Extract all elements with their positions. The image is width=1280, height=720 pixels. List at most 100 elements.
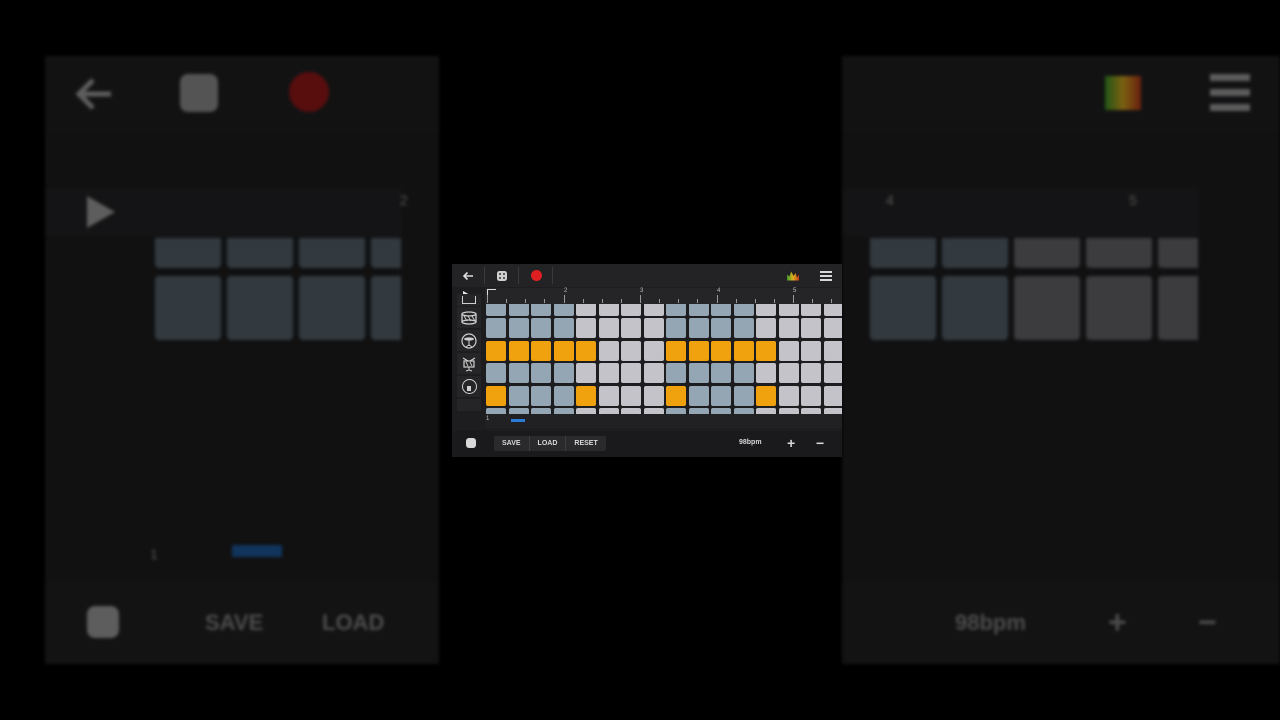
step-cell[interactable]	[778, 363, 799, 383]
step-cell[interactable]	[576, 363, 596, 383]
step-cell[interactable]	[508, 386, 529, 406]
instrument-tom[interactable]	[457, 353, 481, 374]
step-cell[interactable]	[553, 363, 574, 383]
randomize-button[interactable]	[492, 266, 512, 285]
tempo-display[interactable]: 98bpm	[739, 439, 762, 446]
step-cell[interactable]	[778, 318, 799, 338]
instrument-drum-top[interactable]	[457, 294, 481, 306]
step-cell[interactable]	[553, 341, 574, 361]
step-cell[interactable]	[801, 363, 821, 383]
playhead-marker[interactable]	[487, 289, 496, 300]
step-cell[interactable]	[823, 318, 842, 338]
step-cell[interactable]	[711, 318, 731, 338]
step-cell[interactable]	[553, 318, 574, 338]
tempo-increase-button[interactable]: +	[787, 434, 795, 452]
step-cell[interactable]	[553, 386, 574, 406]
step-cell[interactable]	[531, 304, 551, 316]
step-cell[interactable]	[666, 318, 686, 338]
step-cell[interactable]	[486, 341, 506, 361]
visualizer-button[interactable]	[783, 266, 803, 285]
step-cell[interactable]	[486, 363, 506, 383]
step-cell[interactable]	[621, 341, 641, 361]
step-cell[interactable]	[553, 304, 574, 316]
step-cell[interactable]	[711, 341, 731, 361]
step-cell[interactable]	[711, 304, 731, 316]
instrument-snare[interactable]	[457, 307, 481, 328]
step-cell[interactable]	[508, 304, 529, 316]
step-cell[interactable]	[621, 386, 641, 406]
step-cell[interactable]	[643, 341, 664, 361]
step-cell[interactable]	[711, 386, 731, 406]
step-cell[interactable]	[666, 386, 686, 406]
step-cell[interactable]	[576, 318, 596, 338]
step-cell[interactable]	[823, 386, 842, 406]
step-cell[interactable]	[598, 363, 619, 383]
step-cell[interactable]	[778, 341, 799, 361]
pattern-strip[interactable]: 1	[485, 414, 842, 428]
step-cell[interactable]	[688, 318, 709, 338]
step-cell[interactable]	[756, 318, 776, 338]
step-cell[interactable]	[823, 304, 842, 316]
step-cell[interactable]	[666, 341, 686, 361]
step-cell[interactable]	[531, 341, 551, 361]
instrument-kick[interactable]	[457, 376, 481, 397]
step-cell[interactable]	[688, 341, 709, 361]
step-cell[interactable]	[688, 304, 709, 316]
step-cell[interactable]	[621, 304, 641, 316]
reset-button[interactable]: RESET	[566, 436, 605, 451]
menu-button[interactable]	[816, 266, 836, 285]
step-cell[interactable]	[733, 363, 754, 383]
step-cell[interactable]	[756, 363, 776, 383]
step-cell[interactable]	[733, 341, 754, 361]
instrument-hihat[interactable]	[457, 330, 481, 351]
step-cell[interactable]	[711, 363, 731, 383]
step-cell[interactable]	[486, 304, 506, 316]
step-cell[interactable]	[643, 386, 664, 406]
step-cell[interactable]	[598, 318, 619, 338]
active-pattern-indicator[interactable]	[511, 419, 525, 422]
step-cell[interactable]	[598, 304, 619, 316]
back-button[interactable]	[458, 266, 478, 285]
step-cell[interactable]	[531, 386, 551, 406]
step-cell[interactable]	[576, 304, 596, 316]
step-cell[interactable]	[801, 386, 821, 406]
step-cell[interactable]	[666, 363, 686, 383]
step-cell[interactable]	[643, 304, 664, 316]
step-cell[interactable]	[688, 363, 709, 383]
instrument-next[interactable]	[457, 399, 481, 411]
step-cell[interactable]	[486, 386, 506, 406]
step-cell[interactable]	[621, 318, 641, 338]
step-cell[interactable]	[733, 318, 754, 338]
step-cell[interactable]	[823, 363, 842, 383]
step-cell[interactable]	[801, 341, 821, 361]
step-cell[interactable]	[756, 304, 776, 316]
step-cell[interactable]	[756, 341, 776, 361]
step-cell[interactable]	[733, 304, 754, 316]
step-cell[interactable]	[688, 386, 709, 406]
step-cell[interactable]	[778, 304, 799, 316]
step-cell[interactable]	[621, 363, 641, 383]
step-cell[interactable]	[643, 318, 664, 338]
step-cell[interactable]	[801, 304, 821, 316]
step-cell[interactable]	[666, 304, 686, 316]
step-cell[interactable]	[531, 363, 551, 383]
step-cell[interactable]	[508, 318, 529, 338]
step-cell[interactable]	[643, 363, 664, 383]
step-cell[interactable]	[733, 386, 754, 406]
stop-button[interactable]	[466, 438, 476, 448]
step-cell[interactable]	[598, 386, 619, 406]
step-cell[interactable]	[576, 386, 596, 406]
step-cell[interactable]	[486, 318, 506, 338]
tempo-decrease-button[interactable]: −	[816, 434, 824, 452]
step-cell[interactable]	[823, 341, 842, 361]
step-cell[interactable]	[576, 341, 596, 361]
step-cell[interactable]	[801, 318, 821, 338]
step-cell[interactable]	[778, 386, 799, 406]
record-button[interactable]	[526, 266, 546, 285]
timeline-ruler[interactable]: 2 3 4 5	[485, 288, 842, 304]
save-button[interactable]: SAVE	[494, 436, 530, 451]
step-cell[interactable]	[508, 363, 529, 383]
load-button[interactable]: LOAD	[530, 436, 567, 451]
step-cell[interactable]	[508, 341, 529, 361]
step-cell[interactable]	[756, 386, 776, 406]
